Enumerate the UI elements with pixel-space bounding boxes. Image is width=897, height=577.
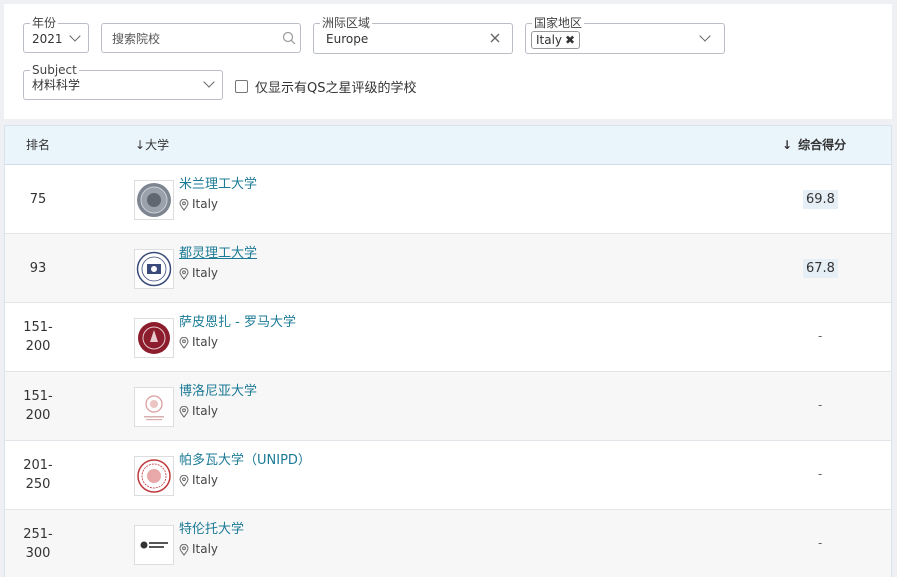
location: Italy xyxy=(179,266,218,281)
subject-select[interactable]: Subject 材料科学 xyxy=(23,62,223,100)
search-input[interactable]: 搜索院校 xyxy=(101,23,301,53)
overall-score: 67.8 xyxy=(803,259,838,278)
university-name-link[interactable]: 都灵理工大学 xyxy=(179,245,257,262)
polimi-seal-icon xyxy=(137,183,171,217)
year-label: 年份 xyxy=(30,15,59,31)
unipd-seal-icon xyxy=(137,459,171,493)
year-value: 2021 xyxy=(32,32,63,46)
sort-arrow-icon: ↓ xyxy=(135,138,146,152)
qs-stars-checkbox[interactable] xyxy=(235,80,248,93)
region-select[interactable]: 洲际区域 Europe xyxy=(313,15,513,54)
location: Italy xyxy=(179,404,218,419)
ranking-table: 排名 ↓大学 ↓ 综合得分 75 米兰理工大学 Italy 69.8 93 都灵… xyxy=(4,125,892,577)
remove-chip-icon[interactable]: ✖ xyxy=(565,32,575,48)
overall-score: - xyxy=(818,536,823,550)
unitn-logo-icon xyxy=(140,541,168,549)
clear-icon[interactable] xyxy=(490,33,500,43)
search-placeholder: 搜索院校 xyxy=(112,32,161,46)
filter-panel: 年份 2021 搜索院校 洲际区域 Europe 国家地区 Italy ✖ Su… xyxy=(4,4,892,119)
university-logo[interactable] xyxy=(134,456,174,496)
region-label: 洲际区域 xyxy=(320,15,373,31)
rank-value: 75 xyxy=(29,192,47,207)
chevron-down-icon xyxy=(699,30,711,42)
table-row[interactable]: 201- 250 帕多瓦大学（UNIPD） Italy - xyxy=(5,441,891,510)
location-label: Italy xyxy=(192,266,219,280)
location-pin-icon xyxy=(179,474,189,487)
sapienza-seal-icon xyxy=(138,322,170,354)
chevron-down-icon xyxy=(69,30,81,42)
university-name-link[interactable]: 博洛尼亚大学 xyxy=(179,383,257,400)
location-pin-icon xyxy=(179,405,189,418)
university-logo[interactable] xyxy=(134,318,174,358)
unibo-seal-icon xyxy=(144,395,164,421)
sort-arrow-icon: ↓ xyxy=(782,138,793,152)
subject-value: 材料科学 xyxy=(32,78,81,92)
country-chip-label: Italy xyxy=(536,33,563,47)
university-name-link[interactable]: 帕多瓦大学（UNIPD） xyxy=(179,452,311,469)
country-chip[interactable]: Italy ✖ xyxy=(531,31,581,49)
location-label: Italy xyxy=(192,404,219,418)
overall-score: - xyxy=(818,398,823,412)
rank-value: 251- 300 xyxy=(23,527,53,561)
polito-seal-icon xyxy=(136,251,172,287)
location-label: Italy xyxy=(192,473,219,487)
search-icon xyxy=(282,31,296,45)
overall-score: - xyxy=(818,329,823,343)
location-pin-icon xyxy=(179,267,189,280)
table-row[interactable]: 93 都灵理工大学 Italy 67.8 xyxy=(5,234,891,303)
location: Italy xyxy=(179,473,218,488)
university-header[interactable]: ↓大学 xyxy=(135,138,169,153)
rank-value: 151- 200 xyxy=(23,320,53,354)
university-name-link[interactable]: 特伦托大学 xyxy=(179,521,244,538)
country-label: 国家地区 xyxy=(532,15,585,31)
location-label: Italy xyxy=(192,542,219,556)
university-name-link[interactable]: 萨皮恩扎 - 罗马大学 xyxy=(179,314,296,331)
table-header: 排名 ↓大学 ↓ 综合得分 xyxy=(5,126,891,165)
university-logo[interactable] xyxy=(134,180,174,220)
table-row[interactable]: 251- 300 特伦托大学 Italy - xyxy=(5,510,891,577)
university-name-link[interactable]: 米兰理工大学 xyxy=(179,176,257,193)
rank-header: 排名 xyxy=(26,138,51,152)
university-logo[interactable] xyxy=(134,387,174,427)
location: Italy xyxy=(179,197,218,212)
rank-value: 93 xyxy=(29,261,47,276)
location-pin-icon xyxy=(179,543,189,556)
university-header-label: 大学 xyxy=(145,138,170,152)
country-select[interactable]: 国家地区 Italy ✖ xyxy=(525,15,725,54)
location-label: Italy xyxy=(192,335,219,349)
university-logo[interactable] xyxy=(134,249,174,289)
table-row[interactable]: 75 米兰理工大学 Italy 69.8 xyxy=(5,165,891,234)
location: Italy xyxy=(179,335,218,350)
year-select[interactable]: 年份 2021 xyxy=(23,15,89,53)
qs-stars-label: 仅显示有QS之星评级的学校 xyxy=(255,81,417,96)
location-pin-icon xyxy=(179,198,189,211)
subject-label: Subject xyxy=(30,62,79,78)
rank-value: 151- 200 xyxy=(23,389,53,423)
overall-score: - xyxy=(818,467,823,481)
table-row[interactable]: 151- 200 博洛尼亚大学 Italy - xyxy=(5,372,891,441)
location-label: Italy xyxy=(192,197,219,211)
score-header[interactable]: ↓ 综合得分 xyxy=(782,138,846,153)
location: Italy xyxy=(179,542,218,557)
region-value: Europe xyxy=(326,32,369,46)
location-pin-icon xyxy=(179,336,189,349)
university-logo[interactable] xyxy=(134,525,174,565)
chevron-down-icon xyxy=(203,76,215,88)
table-row[interactable]: 151- 200 萨皮恩扎 - 罗马大学 Italy - xyxy=(5,303,891,372)
rank-value: 201- 250 xyxy=(23,458,53,492)
overall-score: 69.8 xyxy=(803,190,838,209)
qs-stars-filter[interactable]: 仅显示有QS之星评级的学校 xyxy=(235,77,417,96)
score-header-label: 综合得分 xyxy=(798,138,847,152)
